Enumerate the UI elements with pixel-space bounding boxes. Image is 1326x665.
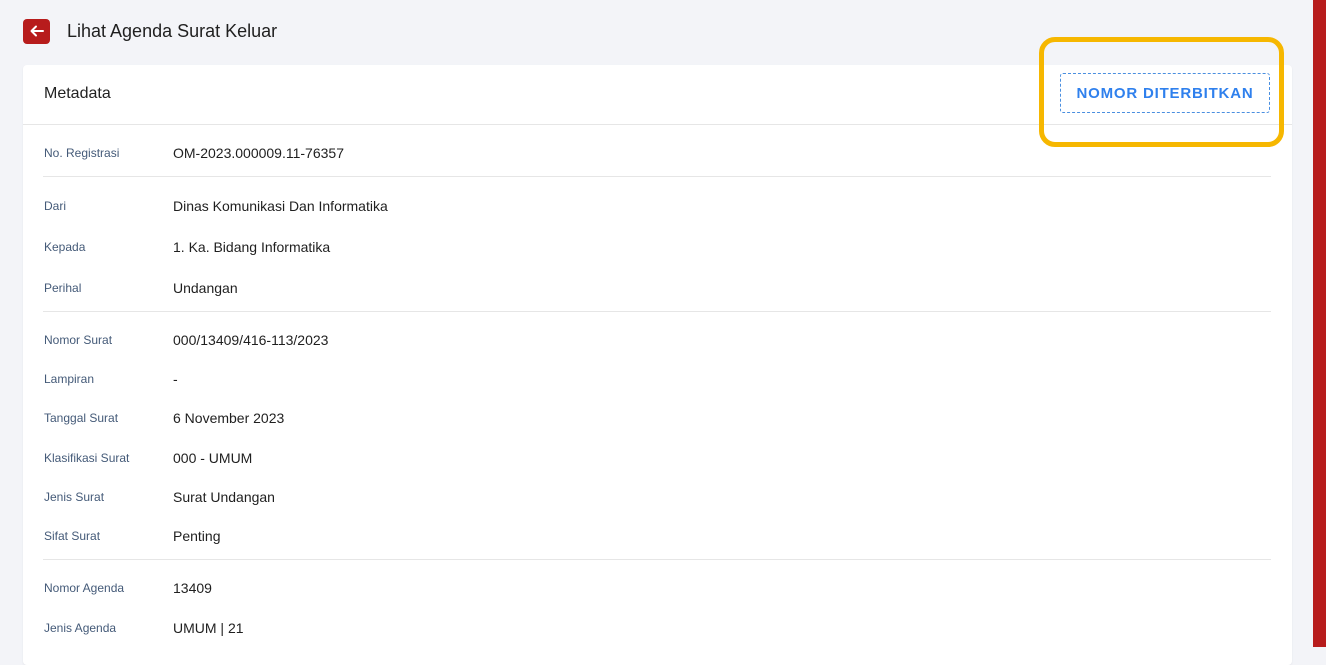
field-lampiran: Lampiran - xyxy=(44,369,178,389)
field-label: Perihal xyxy=(44,281,82,295)
field-nomor-agenda: Nomor Agenda 13409 xyxy=(44,578,212,598)
card-title: Metadata xyxy=(44,85,111,102)
field-label: Jenis Agenda xyxy=(44,621,117,635)
field-label: Dari xyxy=(44,199,67,213)
page-title: Lihat Agenda Surat Keluar xyxy=(67,20,278,41)
field-label: Sifat Surat xyxy=(44,529,101,543)
field-no-registrasi: No. Registrasi OM-2023.000009.11-76357 xyxy=(44,143,344,163)
field-value: UMUM | 21 xyxy=(173,620,244,636)
field-label: Tanggal Surat xyxy=(44,411,119,425)
divider xyxy=(43,559,1271,560)
field-label: Nomor Surat xyxy=(44,333,113,347)
field-value: Penting xyxy=(173,528,221,544)
field-value: 6 November 2023 xyxy=(173,410,285,426)
field-label: Lampiran xyxy=(44,372,95,386)
field-label: Jenis Surat xyxy=(44,490,105,504)
nomor-diterbitkan-button[interactable]: NOMOR DITERBITKAN xyxy=(1060,73,1270,113)
field-jenis-agenda: Jenis Agenda UMUM | 21 xyxy=(44,618,244,638)
field-value: Dinas Komunikasi Dan Informatika xyxy=(173,198,388,214)
right-edge-strip xyxy=(1313,0,1326,647)
field-value: 1. Ka. Bidang Informatika xyxy=(173,239,331,255)
field-label: Klasifikasi Surat xyxy=(44,451,130,465)
field-label: Nomor Agenda xyxy=(44,581,125,595)
field-perihal: Perihal Undangan xyxy=(44,278,238,298)
field-kepada: Kepada 1. Ka. Bidang Informatika xyxy=(44,237,330,257)
field-value: Undangan xyxy=(173,280,238,296)
page-header: Lihat Agenda Surat Keluar xyxy=(23,17,277,45)
divider xyxy=(43,311,1271,312)
field-klasifikasi-surat: Klasifikasi Surat 000 - UMUM xyxy=(44,448,252,468)
field-value: - xyxy=(173,371,178,387)
card-header: Metadata NOMOR DITERBITKAN xyxy=(23,37,1292,147)
arrow-left-icon xyxy=(30,25,44,37)
metadata-card: Metadata NOMOR DITERBITKAN No. Registras… xyxy=(23,37,1292,665)
field-dari: Dari Dinas Komunikasi Dan Informatika xyxy=(44,196,388,216)
field-sifat-surat: Sifat Surat Penting xyxy=(44,526,220,546)
field-jenis-surat: Jenis Surat Surat Undangan xyxy=(44,487,275,507)
field-nomor-surat: Nomor Surat 000/13409/416-113/2023 xyxy=(44,330,328,350)
field-value: Surat Undangan xyxy=(173,489,275,505)
field-label: No. Registrasi xyxy=(44,146,120,160)
field-value: 000 - UMUM xyxy=(173,450,253,466)
divider xyxy=(43,176,1271,177)
field-value: OM-2023.000009.11-76357 xyxy=(173,145,344,161)
field-value: 000/13409/416-113/2023 xyxy=(173,332,329,348)
field-value: 13409 xyxy=(173,580,212,596)
field-tanggal-surat: Tanggal Surat 6 November 2023 xyxy=(44,408,284,428)
back-button[interactable] xyxy=(23,18,50,44)
field-label: Kepada xyxy=(44,240,86,254)
